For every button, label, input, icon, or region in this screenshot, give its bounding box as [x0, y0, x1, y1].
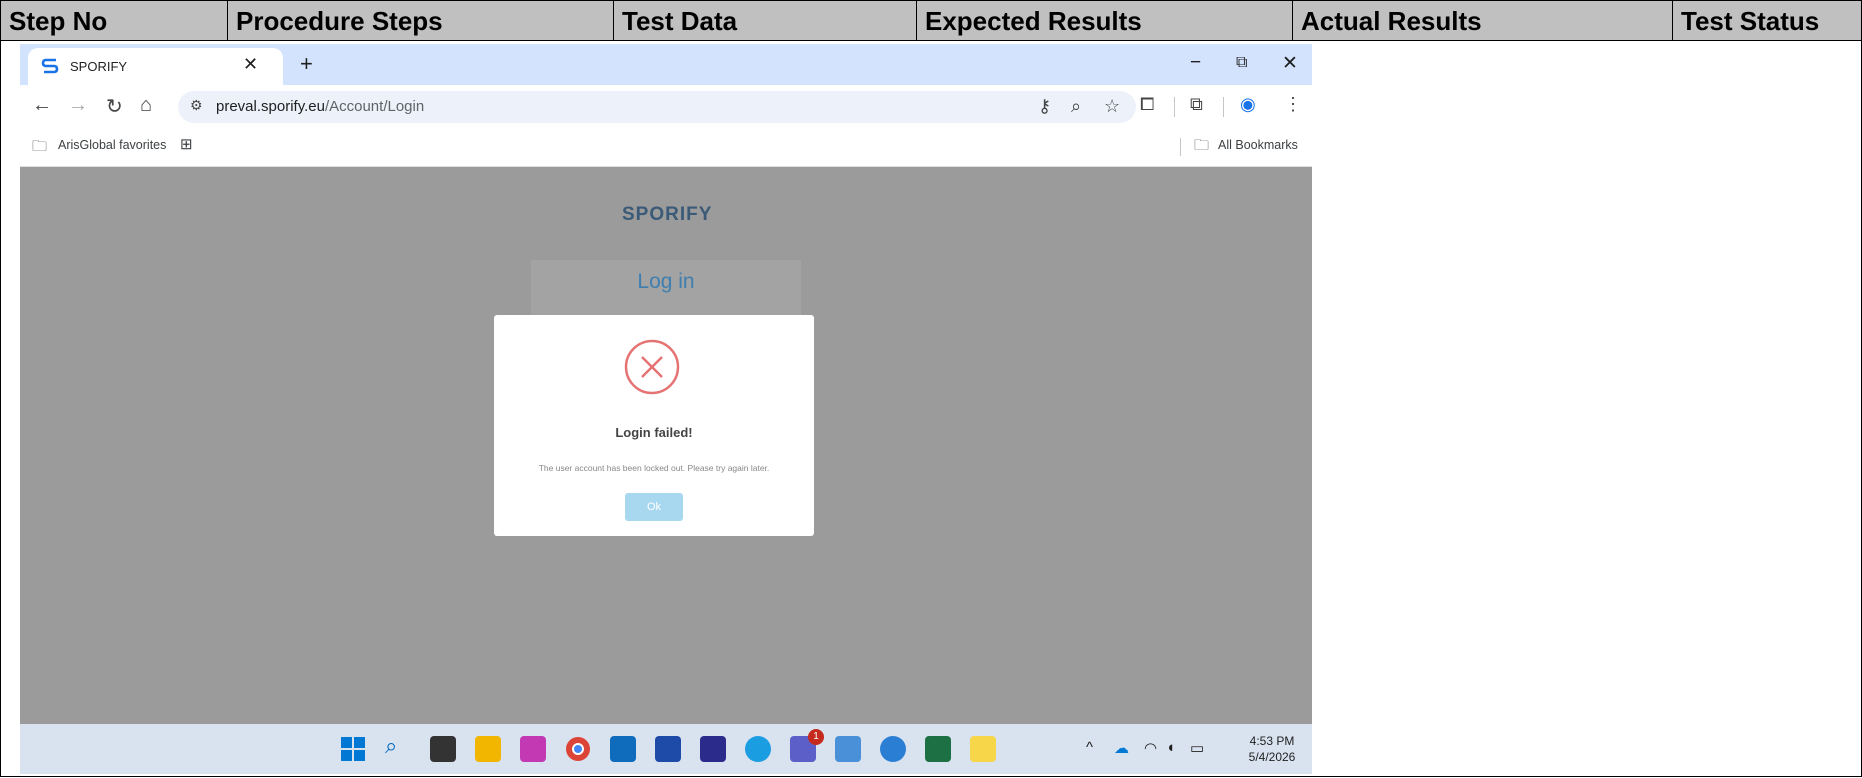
ok-button[interactable]: Ok — [625, 493, 683, 521]
dialog-message: The user account has been locked out. Pl… — [538, 463, 770, 473]
task-view-icon[interactable] — [430, 736, 456, 762]
chevron-up-icon[interactable]: ^ — [1086, 739, 1093, 756]
intellij-icon[interactable] — [700, 736, 726, 762]
menu-icon[interactable]: ⋮ — [1284, 94, 1302, 115]
notepad-icon[interactable] — [835, 736, 861, 762]
all-bookmarks[interactable]: All Bookmarks — [1218, 138, 1298, 152]
search-tabs-icon[interactable]: ⧉ — [1190, 94, 1203, 115]
copilot-icon[interactable] — [520, 736, 546, 762]
new-tab-icon[interactable]: + — [300, 51, 313, 77]
sticky-notes-icon[interactable] — [970, 736, 996, 762]
sporify-favicon-icon — [41, 58, 59, 74]
system-clock[interactable]: 4:53 PM 5/4/2026 — [1242, 733, 1302, 765]
page-content-overlay: SPORIFY Log in 2026 © Sporify by CorrIT … — [20, 167, 1312, 724]
close-window-icon[interactable]: ✕ — [1282, 52, 1298, 75]
clock-date: 5/4/2026 — [1248, 750, 1296, 764]
header-test-data: Test Data — [614, 1, 917, 40]
header-step-no: Step No — [1, 1, 228, 40]
url-path: /Account/Login — [324, 98, 425, 115]
toolbar-divider — [1174, 97, 1175, 117]
tab-title: SPORIFY — [70, 59, 128, 74]
header-actual-results: Actual Results — [1293, 1, 1673, 40]
embedded-screenshot: SPORIFY ✕ + − ⧉ ✕ ← → ↻ ⌂ ⚙ preval.spori… — [20, 44, 1312, 774]
edge-dev-icon[interactable] — [880, 736, 906, 762]
header-expected-results: Expected Results — [917, 1, 1293, 40]
bookmark-folder-arisglobal[interactable]: ArisGlobal favorites — [58, 138, 166, 152]
clock-time: 4:53 PM — [1249, 734, 1295, 748]
header-procedure-steps: Procedure Steps — [228, 1, 614, 40]
bookmarks-divider — [1180, 138, 1181, 156]
sporify-logo: SPORIFY — [622, 204, 713, 225]
login-failed-dialog: Login failed! The user account has been … — [494, 315, 814, 536]
outlook-icon[interactable] — [610, 736, 636, 762]
chrome-icon[interactable] — [565, 736, 591, 762]
apps-grid-icon[interactable]: ⊞ — [180, 135, 193, 153]
teams-notification-badge: 1 — [808, 729, 824, 745]
store-icon[interactable] — [655, 736, 681, 762]
header-test-status: Test Status — [1681, 6, 1820, 36]
site-info-icon[interactable]: ⚙ — [190, 97, 203, 114]
browser-tab-bar: SPORIFY ✕ + − ⧉ ✕ — [20, 44, 1312, 85]
browser-tab[interactable]: SPORIFY ✕ — [28, 48, 283, 85]
extensions-icon[interactable]: ⧠ — [1140, 94, 1154, 115]
close-tab-icon[interactable]: ✕ — [243, 54, 258, 75]
password-key-icon[interactable]: ⚷ — [1038, 96, 1051, 117]
profile-icon[interactable]: ◉ — [1240, 94, 1256, 115]
bookmarks-bar: 🗀 ArisGlobal favorites ⊞ 🗀 All Bookmarks — [20, 128, 1312, 167]
table-header-row: Step No Procedure Steps Test Data Expect… — [0, 0, 1862, 41]
excel-icon[interactable] — [925, 736, 951, 762]
forward-icon[interactable]: → — [68, 94, 88, 117]
wifi-icon[interactable]: ◠ — [1144, 739, 1157, 757]
file-explorer-icon[interactable] — [475, 736, 501, 762]
restore-icon[interactable]: ⧉ — [1236, 54, 1247, 72]
dialog-title: Login failed! — [615, 425, 693, 440]
url-host: preval.sporify.eu — [216, 98, 325, 115]
minimize-icon[interactable]: − — [1190, 52, 1201, 74]
folder-icon: 🗀 — [1194, 137, 1210, 154]
home-icon[interactable]: ⌂ — [140, 94, 152, 117]
folder-settings-icon: 🗀 — [32, 138, 48, 155]
back-icon[interactable]: ← — [32, 94, 52, 117]
volume-icon[interactable]: ◖ — [1166, 739, 1175, 756]
windows-taskbar: ⌕ 1 ^ ☁ ◠ ◖ ▭ 4:53 PM 5/4/2026 — [20, 724, 1312, 774]
search-icon[interactable]: ⌕ — [385, 733, 397, 759]
onedrive-icon[interactable]: ☁ — [1114, 739, 1129, 757]
edge-icon[interactable] — [745, 736, 771, 762]
address-bar[interactable]: ⚙ preval.sporify.eu/Account/Login ⚷ ⌕ ☆ — [178, 91, 1136, 123]
url-text: preval.sporify.eu/Account/Login — [216, 98, 424, 115]
toolbar-divider — [1223, 97, 1224, 117]
battery-icon[interactable]: ▭ — [1190, 739, 1204, 757]
reload-icon[interactable]: ↻ — [106, 94, 123, 119]
error-x-icon — [624, 339, 680, 395]
bookmark-star-icon[interactable]: ☆ — [1104, 96, 1120, 117]
zoom-icon[interactable]: ⌕ — [1071, 96, 1081, 117]
login-title: Log in — [637, 270, 695, 293]
windows-start-icon[interactable] — [340, 736, 366, 762]
browser-toolbar: ← → ↻ ⌂ ⚙ preval.sporify.eu/Account/Logi… — [20, 85, 1312, 128]
